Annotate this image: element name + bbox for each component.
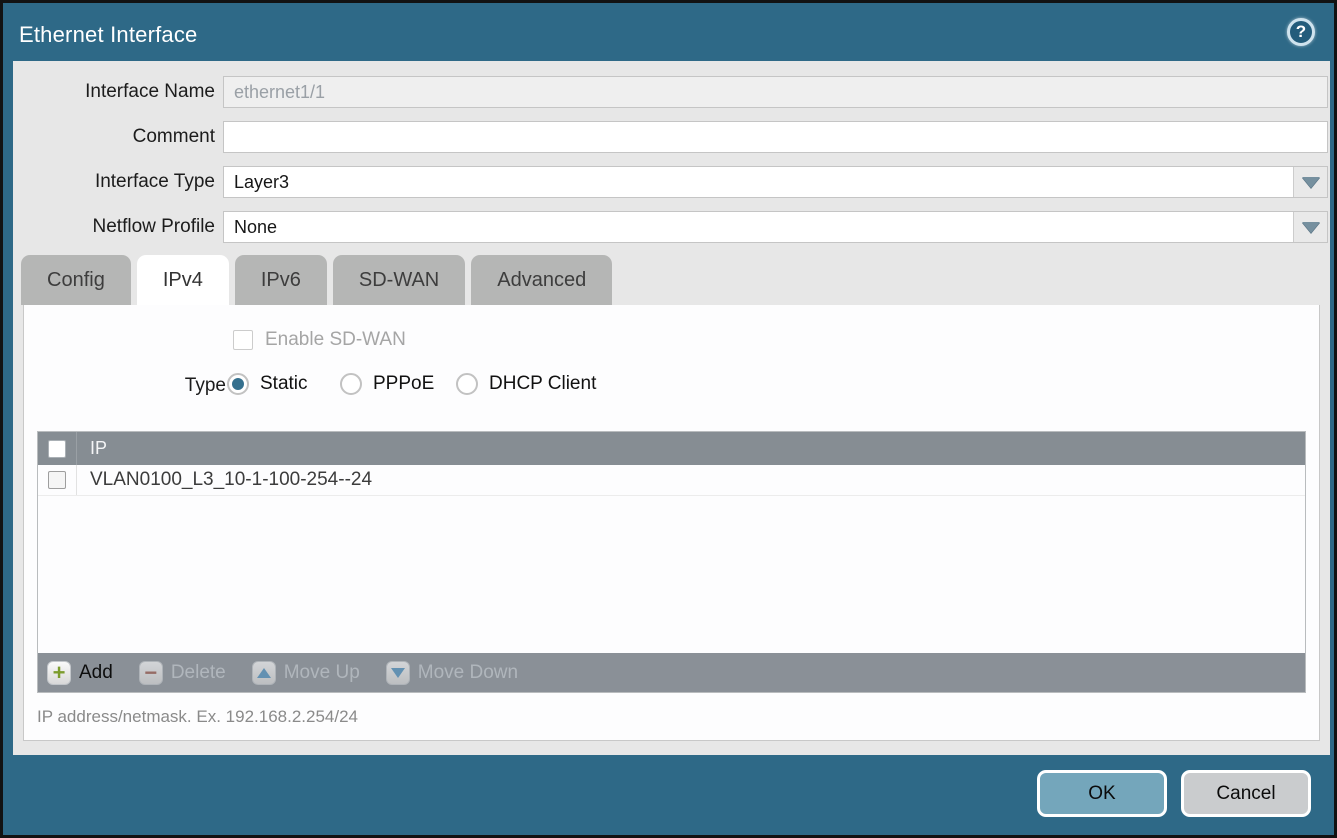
enable-sdwan-row: Enable SD-WAN xyxy=(233,329,406,351)
ethernet-interface-dialog: Ethernet Interface ? Interface Name Comm… xyxy=(0,0,1337,838)
tab-bar: Config IPv4 IPv6 SD-WAN Advanced xyxy=(21,255,612,305)
chevron-down-icon xyxy=(1302,177,1320,188)
interface-type-row: Interface Type Layer3 xyxy=(13,166,1330,198)
ip-table-toolbar: + Add − Delete Move Up Move Down xyxy=(38,653,1305,692)
ip-table-header: IP xyxy=(38,432,1305,465)
tab-sdwan[interactable]: SD-WAN xyxy=(333,255,465,305)
comment-row: Comment xyxy=(13,121,1330,153)
ip-format-hint: IP address/netmask. Ex. 192.168.2.254/24 xyxy=(37,707,358,727)
radio-pppoe-control[interactable] xyxy=(340,373,362,395)
cancel-button[interactable]: Cancel xyxy=(1181,770,1311,817)
interface-type-dropdown-button[interactable] xyxy=(1293,167,1327,197)
move-up-button[interactable]: Move Up xyxy=(252,661,360,685)
ip-column-header: IP xyxy=(77,438,107,459)
move-down-button-label: Move Down xyxy=(418,662,518,684)
help-icon[interactable]: ? xyxy=(1287,18,1315,46)
radio-dhcp-client-control[interactable] xyxy=(456,373,478,395)
type-radio-group: Type Static PPPoE DHCP Client xyxy=(24,373,1319,401)
plus-icon: + xyxy=(47,661,71,685)
add-button[interactable]: + Add xyxy=(47,661,113,685)
table-row[interactable]: VLAN0100_L3_10-1-100-254--24 xyxy=(38,465,1305,496)
ipv4-tab-panel: Enable SD-WAN Type Static PPPoE DHCP Cli… xyxy=(23,305,1320,741)
tab-config[interactable]: Config xyxy=(21,255,131,305)
tab-ipv4[interactable]: IPv4 xyxy=(137,255,229,305)
row-checkbox[interactable] xyxy=(48,471,66,489)
tab-ipv6[interactable]: IPv6 xyxy=(235,255,327,305)
netflow-profile-row: Netflow Profile None xyxy=(13,211,1330,243)
minus-icon: − xyxy=(139,661,163,685)
netflow-profile-dropdown-button[interactable] xyxy=(1293,212,1327,242)
interface-type-value: Layer3 xyxy=(234,167,289,197)
delete-button-label: Delete xyxy=(171,662,226,684)
radio-pppoe-label: PPPoE xyxy=(373,373,434,395)
move-up-button-label: Move Up xyxy=(284,662,360,684)
radio-pppoe[interactable]: PPPoE xyxy=(340,373,434,395)
row-checkbox-cell xyxy=(38,465,77,495)
select-all-cell xyxy=(38,432,77,465)
comment-field[interactable] xyxy=(223,121,1328,153)
dialog-title: Ethernet Interface xyxy=(19,22,197,48)
arrow-down-icon xyxy=(386,661,410,685)
interface-type-dropdown[interactable]: Layer3 xyxy=(223,166,1328,198)
chevron-down-icon xyxy=(1302,222,1320,233)
interface-type-label: Interface Type xyxy=(13,166,215,198)
radio-dhcp-client[interactable]: DHCP Client xyxy=(456,373,596,395)
dialog-titlebar: Ethernet Interface ? xyxy=(6,3,1331,61)
select-all-checkbox[interactable] xyxy=(48,440,66,458)
interface-name-field[interactable] xyxy=(223,76,1328,108)
radio-static-label: Static xyxy=(260,373,308,395)
radio-dhcp-client-label: DHCP Client xyxy=(489,373,596,395)
netflow-profile-value: None xyxy=(234,212,277,242)
move-down-button[interactable]: Move Down xyxy=(386,661,518,685)
interface-name-row: Interface Name xyxy=(13,76,1330,108)
enable-sdwan-checkbox[interactable] xyxy=(233,330,253,350)
netflow-profile-dropdown[interactable]: None xyxy=(223,211,1328,243)
comment-label: Comment xyxy=(13,121,215,153)
ip-address-table: IP VLAN0100_L3_10-1-100-254--24 + Add − … xyxy=(37,431,1306,693)
ip-cell: VLAN0100_L3_10-1-100-254--24 xyxy=(77,469,372,491)
ip-table-body: VLAN0100_L3_10-1-100-254--24 xyxy=(38,465,1305,653)
tab-advanced[interactable]: Advanced xyxy=(471,255,612,305)
enable-sdwan-label: Enable SD-WAN xyxy=(265,329,406,351)
add-button-label: Add xyxy=(79,662,113,684)
delete-button[interactable]: − Delete xyxy=(139,661,226,685)
interface-name-label: Interface Name xyxy=(13,76,215,108)
netflow-profile-label: Netflow Profile xyxy=(13,211,215,243)
radio-static-control[interactable] xyxy=(227,373,249,395)
radio-static[interactable]: Static xyxy=(227,373,308,395)
ok-button[interactable]: OK xyxy=(1037,770,1167,817)
type-label: Type xyxy=(24,373,226,399)
arrow-up-icon xyxy=(252,661,276,685)
